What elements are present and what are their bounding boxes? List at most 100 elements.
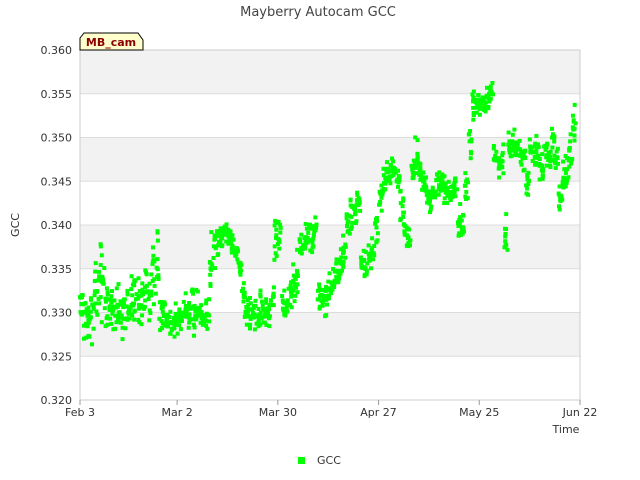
data-point: [172, 326, 177, 331]
data-point: [101, 281, 106, 286]
data-point: [132, 309, 137, 314]
data-point: [555, 146, 560, 151]
data-point: [274, 227, 279, 232]
data-point: [299, 232, 304, 237]
data-point: [341, 233, 346, 238]
data-point: [99, 320, 104, 325]
data-point: [456, 233, 461, 238]
data-point: [452, 190, 457, 194]
gcc-chart: Mayberry Autocam GCC 0.3200.3250.3300.33…: [9, 5, 597, 467]
data-point: [504, 212, 509, 217]
data-point: [213, 266, 217, 271]
data-point: [319, 298, 324, 303]
data-point: [110, 311, 115, 316]
data-point: [277, 246, 282, 251]
data-point: [289, 294, 294, 299]
data-point: [85, 324, 90, 329]
data-point: [481, 95, 485, 100]
data-point: [272, 257, 277, 262]
data-point: [157, 316, 162, 321]
data-point: [94, 309, 99, 314]
data-point: [173, 311, 178, 316]
data-point: [563, 170, 568, 175]
data-point: [471, 117, 476, 122]
data-point: [527, 137, 532, 142]
data-point: [183, 291, 188, 296]
data-point: [490, 81, 495, 85]
data-point: [105, 292, 110, 297]
data-point: [311, 233, 316, 238]
data-point: [93, 261, 98, 266]
data-point: [573, 121, 578, 126]
data-point: [305, 235, 310, 240]
data-point: [258, 310, 263, 315]
data-point: [366, 243, 371, 248]
data-point: [102, 306, 107, 311]
data-point: [530, 150, 535, 155]
data-point: [107, 304, 112, 309]
data-point: [523, 148, 528, 153]
data-point: [310, 250, 315, 255]
data-point: [142, 285, 147, 290]
data-point: [326, 288, 331, 293]
data-point: [486, 104, 491, 109]
data-point: [173, 301, 178, 306]
data-point: [355, 190, 360, 195]
data-point: [348, 198, 353, 203]
y-tick-label: 0.345: [41, 175, 73, 188]
data-point: [396, 168, 400, 173]
data-point: [186, 325, 191, 330]
data-point: [343, 255, 348, 260]
data-point: [385, 160, 389, 165]
data-point: [93, 269, 98, 274]
data-point: [147, 293, 152, 298]
data-point: [142, 304, 147, 309]
data-point: [424, 175, 428, 180]
data-point: [424, 184, 429, 189]
data-point: [433, 195, 437, 200]
data-point: [501, 171, 506, 176]
data-point: [330, 287, 335, 292]
data-point: [350, 220, 355, 225]
data-point: [243, 312, 248, 317]
data-point: [355, 202, 360, 207]
data-point: [500, 159, 505, 164]
data-point: [120, 337, 125, 342]
data-point: [130, 293, 135, 298]
data-point: [239, 268, 244, 273]
data-point: [375, 231, 380, 236]
data-point: [421, 179, 426, 184]
data-point: [251, 306, 256, 311]
data-point: [458, 202, 463, 206]
data-point: [264, 297, 269, 302]
data-point: [499, 165, 504, 170]
data-point: [254, 321, 259, 326]
data-point: [271, 303, 276, 308]
data-point: [241, 281, 246, 286]
data-point: [469, 151, 473, 156]
data-point: [503, 234, 508, 239]
data-point: [108, 316, 113, 321]
data-point: [136, 306, 141, 311]
data-point: [98, 263, 103, 267]
data-point: [362, 274, 367, 279]
data-point: [168, 320, 173, 325]
data-point: [468, 156, 473, 161]
y-axis-ticks: 0.3200.3250.3300.3350.3400.3450.3500.355…: [41, 44, 73, 407]
data-point: [313, 215, 318, 220]
data-point: [539, 164, 544, 169]
grid-band: [80, 50, 580, 94]
legend: GCC: [298, 454, 341, 467]
data-point: [567, 164, 572, 169]
data-point: [408, 238, 412, 243]
data-point: [152, 283, 157, 288]
data-point: [341, 265, 346, 270]
data-point: [327, 296, 331, 301]
data-point: [369, 266, 373, 271]
data-point: [140, 313, 144, 318]
data-point: [453, 194, 458, 199]
grid-band: [80, 312, 580, 357]
data-point: [387, 175, 392, 179]
data-point: [204, 323, 209, 328]
data-point: [266, 306, 271, 311]
